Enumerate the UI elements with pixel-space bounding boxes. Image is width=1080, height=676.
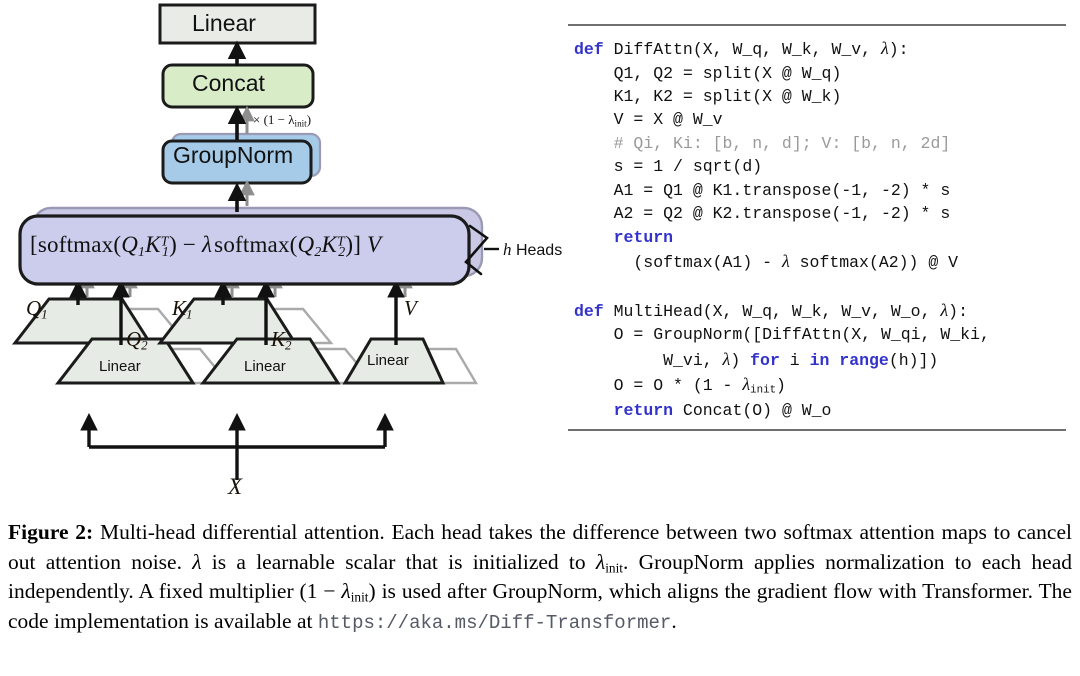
formula-q1: Q xyxy=(121,232,139,257)
caption-multiplier-lambda: λ xyxy=(341,579,351,604)
caption-lambda-init-base: λ xyxy=(595,549,606,574)
q2-base: Q xyxy=(126,327,142,351)
k1-sub: 1 xyxy=(186,306,193,322)
code-listing: def DiffAttn(X, W_q, W_k, W_v, λ): Q1, Q… xyxy=(568,24,1066,431)
formula-close-1: ) xyxy=(169,232,177,257)
multiplier-annotation: × (1 − λinit) xyxy=(253,112,311,128)
k1-label: K1 xyxy=(172,296,193,323)
multiplier-text: × (1 − λ xyxy=(253,112,295,127)
heads-count-var: h xyxy=(503,240,512,259)
formula-v: V xyxy=(367,232,382,257)
formula-q2: Q xyxy=(297,232,315,257)
q1-sub: 1 xyxy=(41,306,48,322)
figure-2: Linear Concat GroupNorm × (1 − λinit) [s… xyxy=(0,0,1080,512)
caption-multiplier-sub: init xyxy=(350,589,369,605)
v-linear-label: Linear xyxy=(367,352,409,369)
caption-period: . xyxy=(671,609,677,634)
v-projection-group xyxy=(342,337,479,385)
concat-box xyxy=(161,63,315,109)
caption-part-2: is a learnable scalar that is initialize… xyxy=(201,549,596,574)
caption-url[interactable]: https://aka.ms/Diff-Transformer xyxy=(318,612,671,634)
formula-k1: K xyxy=(145,232,161,257)
figure-caption-label: Figure 2: xyxy=(8,520,94,544)
code-top-rule xyxy=(568,24,1066,26)
formula-minus: − xyxy=(176,232,202,257)
output-linear-box xyxy=(158,3,317,45)
input-x-label: X xyxy=(228,474,243,499)
formula-softmax-2: softmax( xyxy=(214,232,298,257)
caption-lambda: λ xyxy=(192,549,202,574)
caption-multiplier-open: (1 − xyxy=(299,579,342,604)
formula-softmax-1: softmax( xyxy=(37,232,122,257)
heads-label: Heads xyxy=(515,242,563,259)
heads-annotation: h Heads xyxy=(503,240,562,260)
code-bottom-rule xyxy=(568,428,1066,431)
formula-lambda: λ xyxy=(202,232,213,257)
caption-lambda-init-sub: init xyxy=(605,559,623,575)
k1-base: K xyxy=(172,296,187,320)
multiplier-sub: init xyxy=(294,118,307,129)
q2-sub: 2 xyxy=(141,337,148,353)
k2-sub: 2 xyxy=(285,337,292,353)
figure-caption: Figure 2: Multi-head differential attent… xyxy=(8,518,1072,637)
v-label: V xyxy=(404,296,417,320)
formula-k1-sub: 1 xyxy=(161,244,170,260)
multiplier-close: ) xyxy=(306,112,312,127)
q1-base: Q xyxy=(26,296,42,320)
formula-close-bracket: ] xyxy=(353,232,362,257)
q1-label: Q1 xyxy=(26,296,48,323)
code-body: def DiffAttn(X, W_q, W_k, W_v, λ): Q1, Q… xyxy=(574,38,990,421)
caption-multiplier-close: ) xyxy=(368,579,376,604)
attention-formula: [softmax(Q1KT1) − λsoftmax(Q2KT2)] V xyxy=(30,232,381,260)
q-linear-label: Linear xyxy=(99,358,141,375)
formula-open-bracket: [ xyxy=(30,232,38,257)
q2-label: Q2 xyxy=(126,327,148,354)
input-routing xyxy=(80,412,394,480)
k2-label: K2 xyxy=(271,327,292,354)
k-linear-label: Linear xyxy=(244,358,286,375)
architecture-diagram: Linear Concat GroupNorm × (1 − λinit) [s… xyxy=(0,0,562,512)
formula-k2: K xyxy=(321,232,337,257)
groupnorm-box xyxy=(161,132,322,185)
k2-base: K xyxy=(271,327,286,351)
